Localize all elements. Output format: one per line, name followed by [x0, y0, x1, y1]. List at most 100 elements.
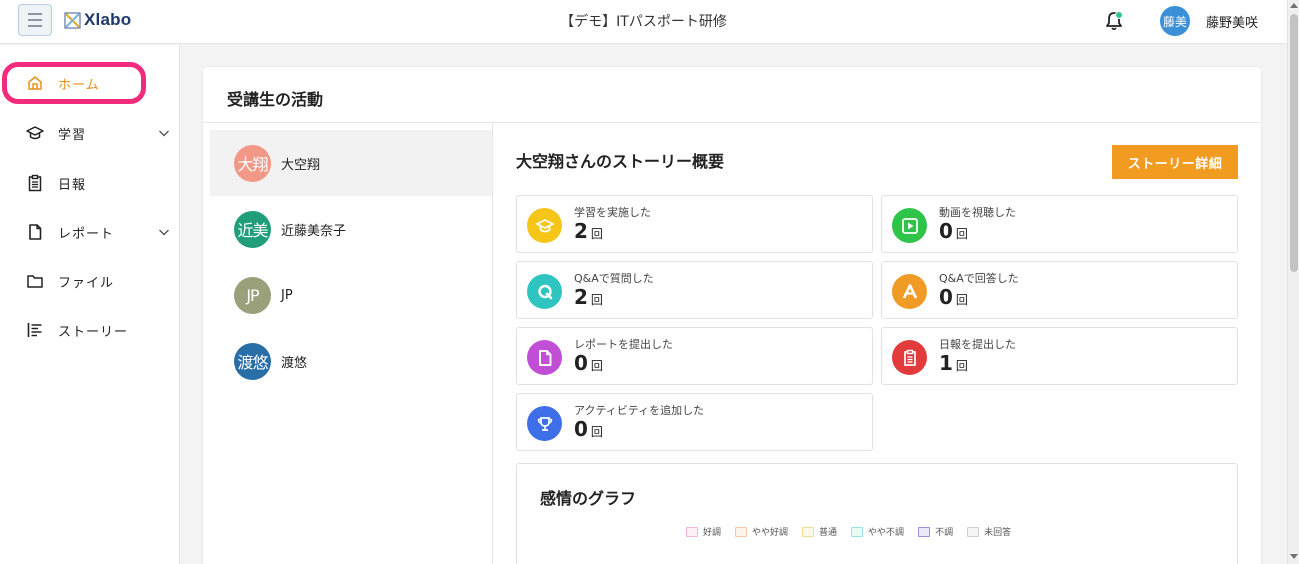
emotion-graph-title: 感情のグラフ — [540, 489, 637, 508]
sidebar-item-label: レポート — [58, 226, 115, 242]
stat-icon-circle — [527, 406, 562, 441]
sidebar-item-learning[interactable]: 学習 — [0, 115, 180, 151]
stat-icon-circle — [527, 208, 562, 243]
stat-value: 0回 — [574, 417, 603, 441]
play-video-icon — [901, 217, 918, 234]
sidebar-item-label: ファイル — [58, 275, 115, 291]
daily-report-icon — [903, 349, 916, 366]
question-q-icon — [537, 284, 552, 299]
student-avatar: JP — [234, 276, 271, 314]
sidebar-item-label: 学習 — [58, 127, 87, 143]
student-list-item[interactable]: 近美 近藤美奈子 — [210, 196, 492, 262]
story-detail-button[interactable]: ストーリー詳細 — [1112, 145, 1238, 179]
stat-unit: 回 — [590, 359, 603, 373]
stat-report: レポートを提出した 0回 — [516, 327, 873, 385]
student-name: 渡悠 — [281, 355, 308, 371]
user-avatar[interactable]: 藤美 — [1160, 6, 1190, 36]
legend-swatch — [802, 526, 815, 537]
legend-swatch — [735, 526, 748, 537]
story-list-icon — [27, 323, 42, 337]
scroll-thumb[interactable] — [1290, 14, 1298, 272]
top-header: Xlabo 【デモ】ITパスポート研修 藤美 藤野美咲 — [0, 0, 1287, 44]
emotion-graph-panel: 感情のグラフ 好調 やや好調 普通 やや不調 不調 未回答 — [516, 463, 1238, 564]
stat-label: レポートを提出した — [574, 338, 673, 351]
stat-qa-answer: Q&Aで回答した 0回 — [881, 261, 1238, 319]
stat-value: 1回 — [939, 351, 968, 375]
stat-label: 動画を視聴した — [939, 206, 1016, 219]
notification-badge — [1115, 11, 1123, 19]
folder-icon — [27, 275, 43, 288]
stat-label: 日報を提出した — [939, 338, 1016, 351]
legend-label: 不調 — [935, 528, 954, 538]
legend-item[interactable]: やや好調 — [735, 525, 788, 538]
student-avatar: 大翔 — [234, 144, 271, 182]
chevron-down-icon[interactable] — [158, 127, 170, 139]
stat-number: 2 — [574, 219, 588, 243]
stat-number: 0 — [939, 219, 953, 243]
stat-video: 動画を視聴した 0回 — [881, 195, 1238, 253]
home-icon — [28, 76, 42, 90]
student-list-item[interactable]: JP JP — [210, 262, 492, 328]
trophy-icon — [537, 416, 552, 431]
stat-number: 2 — [574, 285, 588, 309]
sidebar-item-daily-report[interactable]: 日報 — [0, 165, 180, 201]
stat-icon-circle — [527, 340, 562, 375]
student-list-item[interactable]: 大翔 大空翔 — [210, 130, 492, 196]
stat-unit: 回 — [590, 293, 603, 307]
page-scrollbar[interactable] — [1287, 0, 1299, 564]
legend-item[interactable]: 好調 — [686, 525, 721, 538]
stat-unit: 回 — [955, 359, 968, 373]
legend-label: 好調 — [703, 528, 722, 538]
legend-label: やや不調 — [868, 528, 905, 538]
user-name[interactable]: 藤野美咲 — [1206, 12, 1258, 31]
legend-item[interactable]: 未回答 — [967, 525, 1011, 538]
stat-icon-circle — [892, 274, 927, 309]
sidebar-item-report[interactable]: レポート — [0, 214, 180, 250]
sidebar-item-label: ホーム — [58, 77, 100, 93]
scroll-down-arrow-icon[interactable] — [1290, 554, 1298, 559]
stat-value: 2回 — [574, 219, 603, 243]
stat-unit: 回 — [590, 425, 603, 439]
chevron-down-icon[interactable] — [158, 226, 170, 238]
sidebar-item-story[interactable]: ストーリー — [0, 312, 180, 348]
card-title: 受講生の活動 — [227, 90, 324, 109]
legend-item[interactable]: 不調 — [918, 525, 953, 538]
stat-unit: 回 — [590, 227, 603, 241]
stat-icon-circle — [892, 208, 927, 243]
stat-learning: 学習を実施した 2回 — [516, 195, 873, 253]
sidebar-item-label: 日報 — [58, 177, 87, 193]
graduation-cap-icon — [26, 126, 44, 140]
sidebar: ホーム 学習 日報 レポート ファイル ストーリー — [0, 45, 180, 564]
legend-swatch — [851, 526, 864, 537]
legend-item[interactable]: 普通 — [802, 525, 837, 538]
stat-activity: アクティビティを追加した 0回 — [516, 393, 873, 451]
sidebar-item-label: ストーリー — [58, 324, 129, 340]
sidebar-item-home[interactable]: ホーム — [0, 65, 180, 101]
divider — [203, 122, 1261, 123]
graduation-cap-icon — [535, 218, 554, 232]
student-avatar: 近美 — [234, 210, 271, 248]
stat-number: 0 — [939, 285, 953, 309]
legend-label: 普通 — [819, 528, 838, 538]
stat-value: 2回 — [574, 285, 603, 309]
stat-label: Q&Aで回答した — [939, 272, 1019, 285]
stat-number: 0 — [574, 351, 588, 375]
student-list-item[interactable]: 渡悠 渡悠 — [210, 328, 492, 394]
student-name: 近藤美奈子 — [281, 223, 347, 239]
legend-item[interactable]: やや不調 — [851, 525, 904, 538]
stat-qa-question: Q&Aで質問した 2回 — [516, 261, 873, 319]
student-name: JP — [281, 287, 293, 303]
column-divider — [492, 123, 493, 564]
clipboard-icon — [28, 174, 42, 192]
stat-label: アクティビティを追加した — [574, 404, 705, 417]
document-icon — [29, 224, 42, 240]
scroll-up-arrow-icon[interactable] — [1290, 3, 1298, 8]
stat-number: 1 — [939, 351, 953, 375]
student-avatar: 渡悠 — [234, 342, 271, 380]
student-name: 大空翔 — [281, 157, 321, 173]
stat-label: 学習を実施した — [574, 206, 651, 219]
sidebar-item-file[interactable]: ファイル — [0, 263, 180, 299]
stat-icon-circle — [892, 340, 927, 375]
legend-swatch — [686, 526, 698, 537]
stat-daily-report: 日報を提出した 1回 — [881, 327, 1238, 385]
